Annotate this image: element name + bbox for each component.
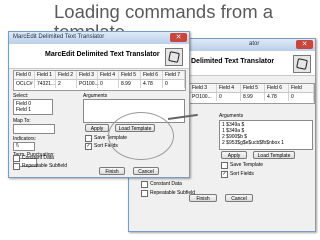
grid-header-cell[interactable]: Field 4 — [98, 71, 119, 79]
grid-cell[interactable]: OCLC# — [14, 80, 35, 88]
marcedit-logo-icon — [293, 55, 311, 73]
back-finish-button[interactable]: Finish — [189, 194, 217, 202]
slide-title-line-1: Loading commands from a — [54, 1, 274, 22]
map-to-field[interactable] — [13, 124, 55, 134]
back-constant-data-label: Constant Data — [150, 181, 182, 187]
back-apply-button[interactable]: Apply — [221, 151, 247, 159]
marcedit-logo-icon — [165, 48, 183, 66]
finish-button[interactable]: Finish — [99, 167, 125, 175]
back-window-title: ator — [249, 41, 260, 47]
grid-cell[interactable]: PO100... — [77, 80, 99, 88]
load-template-highlight — [108, 112, 174, 160]
back-sort-fields-label: Sort Fields — [230, 171, 254, 177]
back-arguments-label: Arguments — [219, 113, 244, 119]
back-arguments-list[interactable]: 1 $349a $ 1 $349a $ 2 $900$b $ 2 $953$g$… — [219, 120, 313, 150]
back-save-template-label: Save Template — [230, 162, 263, 168]
grid-cell[interactable]: 4.78 — [141, 80, 163, 88]
back-save-template-checkbox[interactable] — [221, 162, 228, 169]
front-field-grid[interactable]: Field 0 Field 1 Field 2 Field 3 Field 4 … — [13, 70, 186, 91]
back-cancel-button[interactable]: Cancel — [225, 194, 253, 202]
back-close-button[interactable]: ✕ — [296, 40, 313, 49]
constant-data-label: Constant Data — [22, 155, 54, 161]
constant-data-checkbox[interactable] — [13, 155, 20, 162]
back-grid-header-cell[interactable]: Field 6 — [265, 84, 289, 92]
select-list-item[interactable]: Field 1 — [16, 107, 31, 113]
select-field-list[interactable]: Field 0 Field 1 — [13, 99, 53, 115]
back-grid-cell[interactable]: 8.99 — [241, 93, 265, 101]
front-header-title: MarcEdit Delimited Text Translator — [45, 51, 160, 58]
repeatable-subfield-checkbox[interactable] — [13, 163, 20, 170]
grid-cell[interactable]: 0 — [98, 80, 119, 88]
back-header-title: Delimited Text Translator — [191, 58, 275, 65]
front-header: MarcEdit Delimited Text Translator — [9, 44, 189, 69]
back-grid-cell[interactable]: 0 — [217, 93, 241, 101]
back-constant-data-checkbox[interactable] — [141, 181, 148, 188]
grid-header-cell[interactable]: Field 1 — [35, 71, 56, 79]
back-grid-cell[interactable]: PO100... — [190, 93, 217, 101]
back-sort-fields-checkbox[interactable]: ✓ — [221, 171, 228, 178]
front-close-button[interactable]: ✕ — [170, 33, 187, 42]
back-grid-header-cell[interactable]: Field 3 — [190, 84, 217, 92]
cancel-button[interactable]: Cancel — [133, 167, 159, 175]
repeatable-subfield-label: Repeatable Subfield — [22, 163, 68, 169]
back-repeatable-checkbox[interactable] — [141, 190, 148, 197]
grid-header-cell[interactable]: Field 6 — [141, 71, 163, 79]
grid-header-cell[interactable]: Field 3 — [77, 71, 98, 79]
apply-button[interactable]: Apply — [85, 124, 109, 132]
front-window-title: MarcEdit Delimited Text Translator — [13, 34, 105, 40]
sort-fields-checkbox[interactable]: ✓ — [85, 143, 92, 150]
back-grid-header-cell[interactable]: Field — [289, 84, 314, 92]
back-grid-cell[interactable]: 0 — [289, 93, 314, 101]
front-window: MarcEdit Delimited Text Translator ✕ Mar… — [8, 31, 190, 178]
grid-cell[interactable]: 0 — [163, 80, 185, 88]
indicators-value: \\ — [16, 143, 19, 149]
grid-header-cell[interactable]: Field 5 — [119, 71, 141, 79]
grid-cell[interactable]: 2 — [56, 80, 77, 88]
save-template-checkbox[interactable] — [85, 135, 92, 142]
back-grid-cell[interactable]: 4.78 — [265, 93, 289, 101]
grid-header-cell[interactable]: Field 0 — [14, 71, 35, 79]
back-grid-header-cell[interactable]: Field 4 — [217, 84, 241, 92]
back-grid-header-cell[interactable]: Field 5 — [241, 84, 265, 92]
grid-header-cell[interactable]: Field 7 — [163, 71, 185, 79]
grid-cell[interactable]: 8.99 — [119, 80, 141, 88]
back-argument-item[interactable]: 2 $953$g$e$ucb$fb$nbox 1 — [222, 140, 284, 146]
back-field-grid[interactable]: Field 3 Field 4 Field 5 Field 6 Field PO… — [189, 83, 315, 104]
indicators-field[interactable]: \\ — [13, 142, 35, 151]
back-load-template-button[interactable]: Load Template — [253, 151, 295, 159]
grid-cell[interactable]: 74321... — [35, 80, 56, 88]
grid-header-cell[interactable]: Field 2 — [56, 71, 77, 79]
